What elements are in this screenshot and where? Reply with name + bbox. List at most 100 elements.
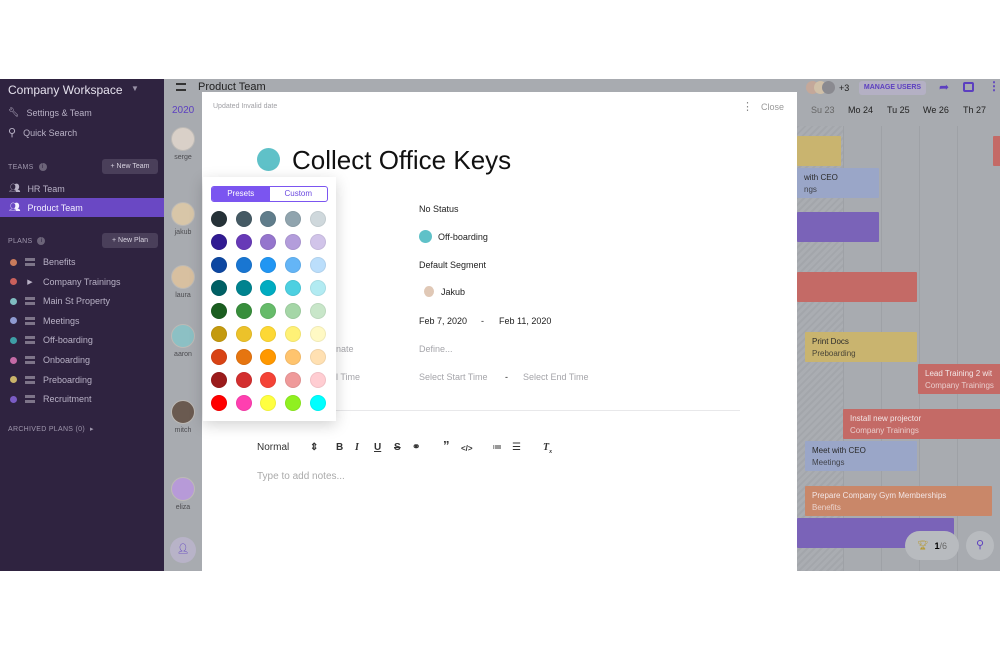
color-swatch[interactable]: [285, 303, 302, 319]
estimate-value[interactable]: Define...: [419, 344, 453, 354]
manage-users-button[interactable]: MANAGE USERS: [859, 81, 926, 95]
sidebar-item-plan[interactable]: Meetings: [10, 314, 80, 328]
color-swatch[interactable]: [285, 234, 302, 250]
extra-users-count[interactable]: +3: [839, 83, 849, 93]
color-swatch[interactable]: [235, 303, 252, 319]
color-swatch[interactable]: [309, 349, 326, 365]
color-swatch[interactable]: [235, 349, 252, 365]
color-swatch[interactable]: [285, 211, 302, 227]
color-swatch[interactable]: [285, 257, 302, 273]
avatar[interactable]: [171, 324, 195, 348]
archived-plans-toggle[interactable]: ARCHIVED PLANS (0) ▸: [8, 425, 94, 434]
avatar[interactable]: [171, 477, 195, 501]
tab-custom[interactable]: Custom: [270, 187, 328, 201]
italic-icon[interactable]: I: [355, 442, 359, 453]
end-time[interactable]: Select End Time: [523, 372, 589, 382]
color-swatch[interactable]: [235, 234, 252, 250]
sidebar-item-hr-team[interactable]: 👥︎ HR Team: [0, 179, 164, 198]
chevron-right-icon[interactable]: ▶: [25, 278, 35, 286]
sidebar-item-plan[interactable]: Onboarding: [10, 353, 90, 367]
avatar[interactable]: [171, 202, 195, 226]
timeline-event[interactable]: Install new projector Company Trainings: [843, 409, 1000, 439]
color-swatch[interactable]: [211, 280, 227, 296]
color-swatch[interactable]: [235, 257, 252, 273]
sidebar-item-plan[interactable]: Off-boarding: [10, 333, 93, 347]
sidebar-item-plan[interactable]: Main St Property: [10, 294, 110, 308]
sidebar-item-product-team[interactable]: 👥︎ Product Team: [0, 198, 164, 217]
timeline-event[interactable]: [797, 272, 917, 302]
color-swatch[interactable]: [235, 280, 252, 296]
color-swatch[interactable]: [309, 372, 326, 388]
color-swatch[interactable]: [309, 234, 326, 250]
blockquote-icon[interactable]: ”: [443, 438, 450, 453]
status-value[interactable]: No Status: [419, 204, 459, 214]
close-button[interactable]: Close: [761, 102, 784, 112]
notes-editor[interactable]: Type to add notes...: [257, 471, 345, 482]
format-select-arrows-icon[interactable]: ⇕: [310, 442, 318, 453]
timeline-event[interactable]: with CEO ngs: [797, 168, 879, 198]
timeline-event[interactable]: Prepare Company Gym Memberships Benefits: [805, 486, 992, 516]
code-icon[interactable]: </>: [461, 444, 473, 453]
sidebar-item-plan[interactable]: Preboarding: [10, 373, 92, 387]
color-swatch[interactable]: [285, 349, 302, 365]
avatar[interactable]: [171, 127, 195, 151]
zoom-button[interactable]: ⚲: [966, 531, 994, 560]
color-swatch[interactable]: [260, 280, 277, 296]
color-swatch[interactable]: [285, 280, 302, 296]
color-swatch[interactable]: [260, 257, 277, 273]
color-swatch[interactable]: [309, 280, 326, 296]
timeline-event[interactable]: Lead Training 2 wit Company Trainings: [918, 364, 1000, 394]
chevron-down-icon[interactable]: ▼: [131, 84, 139, 93]
task-title[interactable]: Collect Office Keys: [292, 145, 511, 176]
color-swatch[interactable]: [309, 257, 326, 273]
bullet-list-icon[interactable]: ☰: [512, 442, 521, 453]
format-select[interactable]: Normal: [257, 442, 289, 453]
clear-format-icon[interactable]: Tx: [543, 442, 552, 455]
color-swatch[interactable]: [309, 395, 326, 411]
new-plan-button[interactable]: + New Plan: [102, 233, 158, 248]
color-swatch[interactable]: [260, 234, 277, 250]
color-swatch[interactable]: [235, 372, 252, 388]
inbox-icon[interactable]: [963, 82, 974, 92]
sidebar-item-plan[interactable]: Recruitment: [10, 392, 92, 406]
color-swatch[interactable]: [260, 326, 277, 342]
start-time[interactable]: Select Start Time: [419, 372, 488, 382]
settings-link[interactable]: 🔧︎ Settings & Team: [8, 107, 92, 118]
end-date[interactable]: Feb 11, 2020: [499, 316, 551, 326]
sidebar-item-plan[interactable]: ▶ Company Trainings: [10, 275, 121, 289]
color-swatch[interactable]: [235, 326, 252, 342]
color-swatch[interactable]: [260, 349, 277, 365]
color-swatch[interactable]: [309, 211, 326, 227]
color-swatch[interactable]: [285, 372, 302, 388]
ordered-list-icon[interactable]: ≔: [492, 442, 502, 453]
color-swatch[interactable]: [285, 395, 302, 411]
more-options-icon[interactable]: ⋮: [742, 100, 753, 113]
bold-icon[interactable]: B: [336, 442, 343, 453]
color-swatch[interactable]: [235, 395, 252, 411]
more-vertical-icon[interactable]: ⋮: [988, 79, 1000, 93]
color-swatch[interactable]: [235, 211, 252, 227]
color-swatch[interactable]: [211, 303, 227, 319]
share-icon[interactable]: ➦: [939, 80, 949, 94]
timeline-event[interactable]: [797, 136, 841, 166]
color-swatch[interactable]: [211, 372, 227, 388]
plan-value[interactable]: Off-boarding: [419, 230, 488, 243]
quick-search-link[interactable]: ⚲ Quick Search: [8, 126, 77, 139]
segment-value[interactable]: Default Segment: [419, 260, 486, 270]
avatar[interactable]: [171, 400, 195, 424]
start-date[interactable]: Feb 7, 2020: [419, 316, 467, 326]
new-team-button[interactable]: + New Team: [102, 159, 158, 174]
color-swatch[interactable]: [211, 395, 227, 411]
workspace-title[interactable]: Company Workspace: [8, 83, 123, 97]
sidebar-item-plan[interactable]: Benefits: [10, 255, 76, 269]
timeline-event[interactable]: [797, 212, 879, 242]
color-swatch[interactable]: [211, 326, 227, 342]
progress-pill[interactable]: 🏆︎ 1/6: [905, 531, 959, 560]
assignee-value[interactable]: Jakub: [424, 286, 465, 297]
color-swatch[interactable]: [211, 234, 227, 250]
avatar[interactable]: [171, 265, 195, 289]
task-color-button[interactable]: [257, 148, 280, 171]
timeline-event[interactable]: [993, 136, 1000, 166]
color-swatch[interactable]: [260, 372, 277, 388]
timeline-event[interactable]: Print Docs Preboarding: [805, 332, 917, 362]
